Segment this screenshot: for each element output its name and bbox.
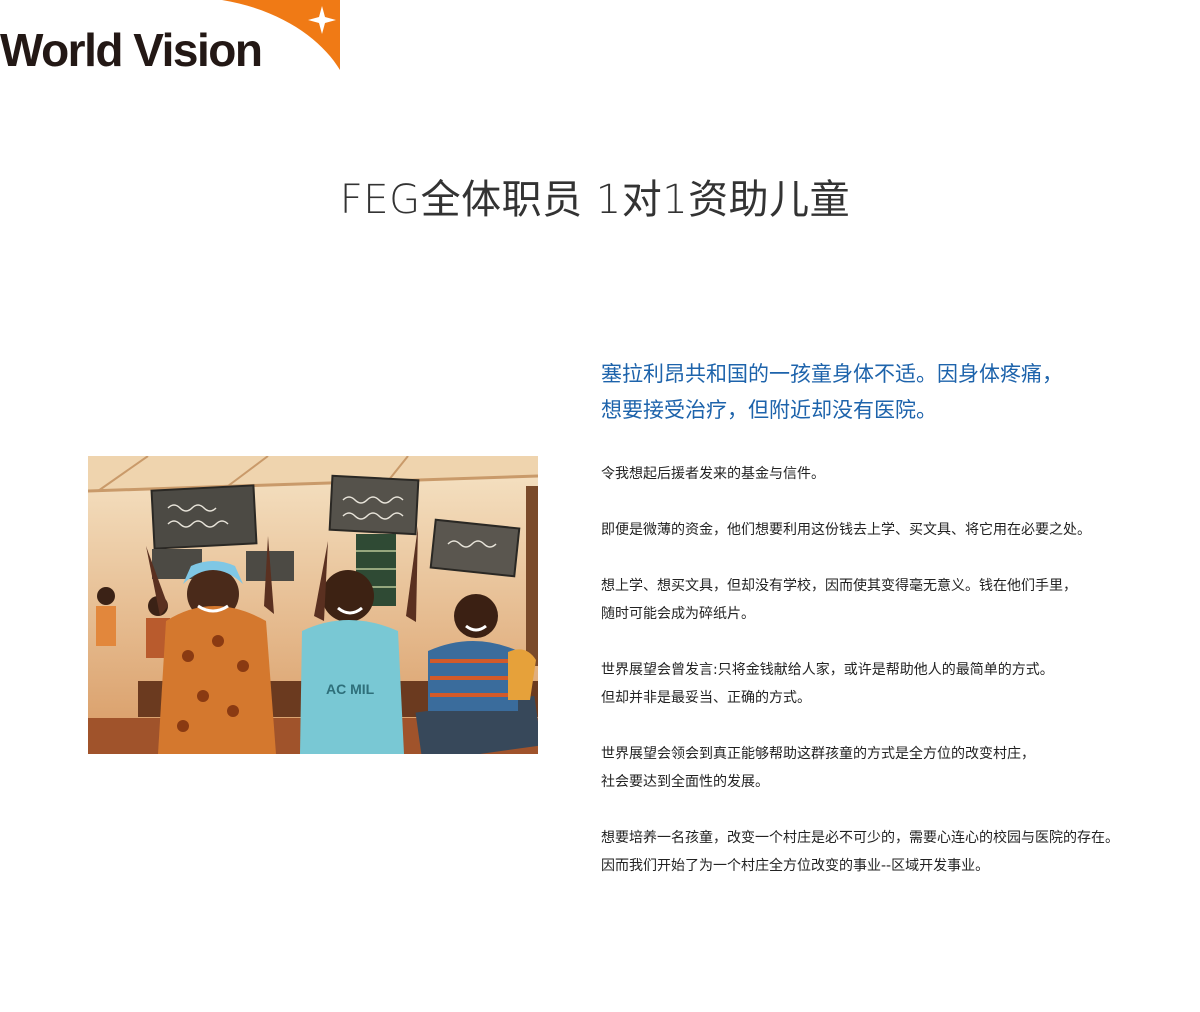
paragraph-line: 想上学、想买文具，但却没有学校，因而使其变得毫无意义。钱在他们手里， [601,578,1077,594]
svg-text:AC MIL: AC MIL [326,681,375,697]
story-content: 塞拉利昂共和国的一孩童身体不适。因身体疼痛， 想要接受治疗，但附近却没有医院。 … [601,356,1193,908]
page: World Vision FEG全体职员 1对1资助儿童 AC MIL 塞拉利昂… [0,0,1200,1012]
paragraph-1: 令我想起后援者发来的基金与信件。 [601,460,1193,488]
world-vision-logo[interactable]: World Vision [0,0,345,75]
photo-illustration: AC MIL [88,456,538,754]
logo-wordmark: World Vision [0,24,263,76]
children-classroom-photo: AC MIL [88,456,538,754]
paragraph-5: 世界展望会领会到真正能够帮助这群孩童的方式是全方位的改变村庄， 社会要达到全面性… [601,740,1193,796]
paragraph-line: 世界展望会曾发言:只将金钱献给人家，或许是帮助他人的最简单的方式。 [601,662,1054,678]
story-headline: 塞拉利昂共和国的一孩童身体不适。因身体疼痛， 想要接受治疗，但附近却没有医院。 [601,356,1193,428]
headline-line: 想要接受治疗，但附近却没有医院。 [601,398,937,422]
page-title: FEG全体职员 1对1资助儿童 [339,177,851,223]
paragraph-line: 世界展望会领会到真正能够帮助这群孩童的方式是全方位的改变村庄， [601,746,1035,762]
story-paragraphs: 令我想起后援者发来的基金与信件。 即便是微薄的资金，他们想要利用这份钱去上学、买… [601,460,1193,880]
paragraph-line: 社会要达到全面性的发展。 [601,774,769,790]
paragraph-line: 但却并非是最妥当、正确的方式。 [601,690,811,706]
paragraph-line: 随时可能会成为碎纸片。 [601,606,755,622]
paragraph-line: 想要培养一名孩童，改变一个村庄是必不可少的，需要心连心的校园与医院的存在。 [601,830,1119,846]
paragraph-line: 因而我们开始了为一个村庄全方位改变的事业--区域开发事业。 [601,858,990,874]
paragraph-6: 想要培养一名孩童，改变一个村庄是必不可少的，需要心连心的校园与医院的存在。 因而… [601,824,1193,880]
paragraph-3: 想上学、想买文具，但却没有学校，因而使其变得毫无意义。钱在他们手里， 随时可能会… [601,572,1193,628]
headline-line: 塞拉利昂共和国的一孩童身体不适。因身体疼痛， [601,362,1063,386]
paragraph-2: 即便是微薄的资金，他们想要利用这份钱去上学、买文具、将它用在必要之处。 [601,516,1193,544]
paragraph-4: 世界展望会曾发言:只将金钱献给人家，或许是帮助他人的最简单的方式。 但却并非是最… [601,656,1193,712]
paragraph-line: 即便是微薄的资金，他们想要利用这份钱去上学、买文具、将它用在必要之处。 [601,522,1091,538]
paragraph-line: 令我想起后援者发来的基金与信件。 [601,466,825,482]
